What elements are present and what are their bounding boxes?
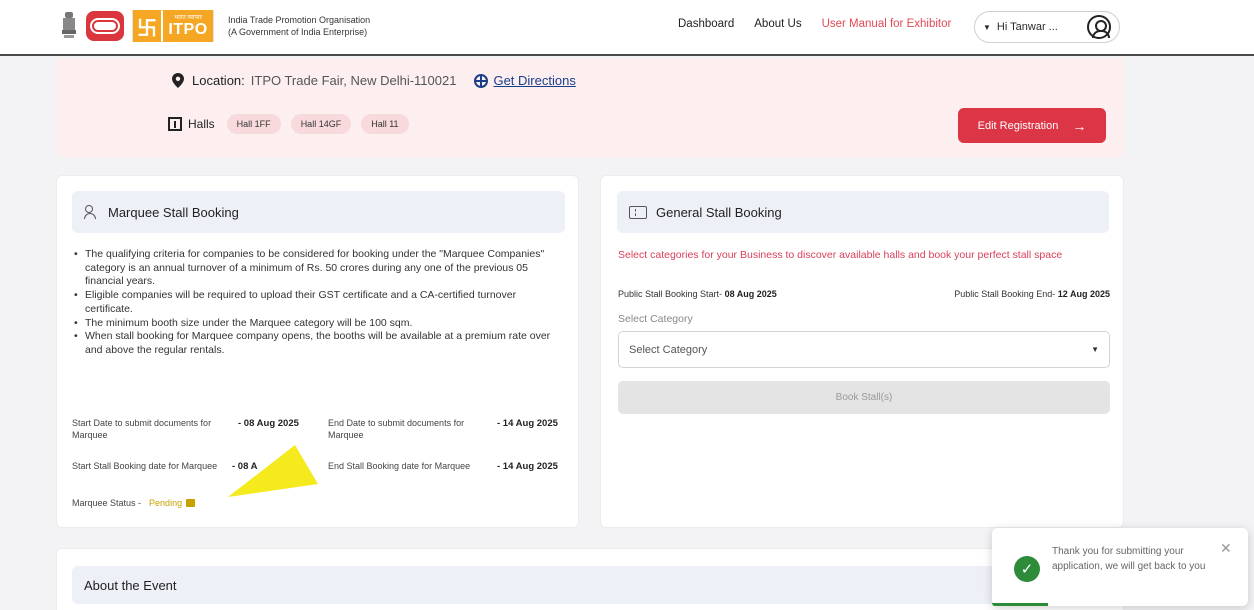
list-item: The qualifying criteria for companies to…: [73, 248, 563, 289]
event-details-card: Location: ITPO Trade Fair, New Delhi-110…: [56, 58, 1124, 158]
hall-chip: Hall 14GF: [290, 114, 352, 134]
itpo-logo: 卐 भारत व्यापार ITPO: [132, 10, 214, 42]
public-start-date: Public Stall Booking Start- 08 Aug 2025: [618, 289, 777, 299]
start-booking-date-value: - 08 A: [232, 461, 258, 472]
get-directions-link[interactable]: Get Directions: [474, 73, 576, 88]
nav-about-us[interactable]: About Us: [754, 18, 801, 30]
category-label: Select Category: [618, 313, 693, 325]
public-booking-dates: Public Stall Booking Start- 08 Aug 2025 …: [618, 289, 1110, 299]
public-end-date: Public Stall Booking End- 12 Aug 2025: [954, 289, 1110, 299]
marquee-status: Marquee Status - Pending: [72, 498, 196, 508]
end-booking-date-label: End Stall Booking date for Marquee: [328, 461, 471, 471]
list-item: Eligible companies will be required to u…: [73, 289, 563, 316]
check-circle-icon: ✓: [1014, 556, 1040, 582]
end-doc-date-label: End Date to submit documents for Marquee: [328, 418, 465, 440]
start-doc-date-label: Start Date to submit documents for Marqu…: [72, 418, 212, 440]
halls-row: Halls Hall 1FF Hall 14GF Hall 11: [168, 114, 419, 134]
hourglass-icon: [186, 499, 196, 507]
location-pin-icon: [172, 73, 184, 88]
marquee-panel-header: Marquee Stall Booking: [72, 191, 565, 233]
edit-registration-button[interactable]: Edit Registration →: [958, 108, 1106, 143]
end-doc-date-value: - 14 Aug 2025: [497, 418, 558, 429]
general-panel-header: General Stall Booking: [617, 191, 1109, 233]
halls-label: Halls: [188, 117, 215, 131]
toast-message: Thank you for submitting your applicatio…: [1052, 546, 1206, 572]
nav-user-manual[interactable]: User Manual for Exhibitor: [822, 18, 952, 30]
user-greeting: Hi Tanwar ...: [996, 21, 1058, 33]
start-doc-date-value: - 08 Aug 2025: [238, 418, 299, 429]
main-nav: Dashboard About Us User Manual for Exhib…: [678, 18, 963, 30]
marquee-booking-panel: Marquee Stall Booking The qualifying cri…: [56, 175, 579, 528]
list-item: When stall booking for Marquee company o…: [73, 330, 563, 357]
success-toast: ✓ Thank you for submitting your applicat…: [992, 528, 1248, 606]
hall-chip: Hall 11: [361, 114, 409, 134]
nav-dashboard[interactable]: Dashboard: [678, 18, 734, 30]
dropdown-arrow-icon: ▼: [1091, 345, 1099, 354]
hall-chip: Hall 1FF: [226, 114, 281, 134]
book-stalls-button[interactable]: Book Stall(s): [618, 381, 1110, 414]
national-emblem-icon: [62, 12, 76, 38]
caret-down-icon: ▼: [983, 22, 991, 32]
about-event-card: About the Event: [56, 548, 1124, 610]
itpo-mark-icon: 卐: [133, 10, 161, 42]
logo-group[interactable]: 卐 भारत व्यापार ITPO India Trade Promotio…: [60, 10, 370, 42]
close-icon[interactable]: ✕: [1220, 540, 1232, 557]
people-icon: [84, 205, 100, 219]
category-select[interactable]: Select Category ▼: [618, 331, 1110, 368]
category-select-value: Select Category: [629, 343, 708, 356]
location-value: ITPO Trade Fair, New Delhi-110021: [250, 73, 457, 88]
end-booking-date-value: - 14 Aug 2025: [497, 461, 558, 472]
about-event-header[interactable]: About the Event: [72, 566, 1110, 604]
location-row: Location: ITPO Trade Fair, New Delhi-110…: [172, 73, 576, 88]
status-badge: Pending: [149, 498, 183, 508]
top-header: 卐 भारत व्यापार ITPO India Trade Promotio…: [0, 0, 1254, 56]
globe-icon: [474, 73, 489, 88]
arrow-right-icon: →: [1072, 117, 1087, 134]
user-menu-button[interactable]: ▼ Hi Tanwar ...: [974, 11, 1120, 43]
marquee-title: Marquee Stall Booking: [108, 204, 239, 220]
location-label: Location:: [192, 73, 245, 88]
partner-logo-icon: [86, 11, 124, 41]
building-icon: [168, 117, 182, 131]
list-item: The minimum booth size under the Marquee…: [73, 317, 563, 331]
user-avatar-icon: [1087, 15, 1111, 39]
general-description: Select categories for your Business to d…: [618, 249, 1063, 261]
start-booking-date-label: Start Stall Booking date for Marquee: [72, 461, 218, 471]
ticket-icon: [629, 205, 647, 219]
org-name: India Trade Promotion Organisation (A Go…: [228, 15, 371, 37]
toast-progress-bar: [992, 603, 1048, 606]
general-booking-panel: General Stall Booking Select categories …: [600, 175, 1124, 528]
marquee-criteria-list: The qualifying criteria for companies to…: [73, 248, 563, 358]
itpo-wordmark: भारत व्यापार ITPO: [163, 10, 213, 42]
general-title: General Stall Booking: [656, 204, 782, 220]
